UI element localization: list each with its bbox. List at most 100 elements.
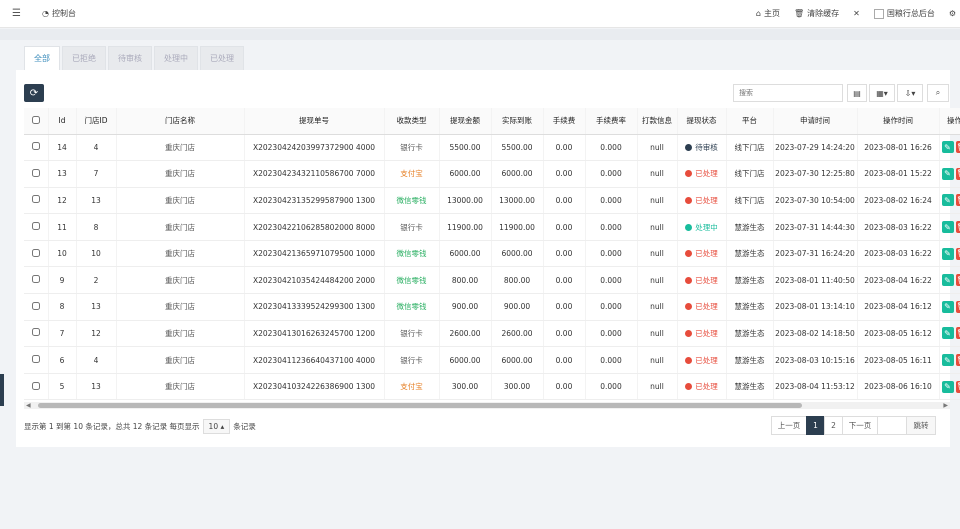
row-checkbox[interactable]: [24, 373, 49, 401]
settings-gear-icon[interactable]: ⚙: [949, 9, 956, 18]
row-checkbox[interactable]: [24, 266, 49, 295]
col-status[interactable]: 提现状态: [677, 108, 727, 135]
col-pay-type[interactable]: 收款类型: [384, 108, 440, 135]
export-button[interactable]: ⇩▾: [897, 84, 923, 102]
delete-icon[interactable]: 🗑: [955, 167, 960, 180]
columns-button[interactable]: ▦▾: [869, 84, 895, 102]
withdraw-table: Id 门店ID 门店名称 提现单号 收款类型 提现金额 实际到账 手续费 手续费…: [24, 108, 960, 401]
row-store-name: 重庆门店: [116, 240, 245, 268]
refresh-button[interactable]: ⟳: [24, 84, 44, 102]
delete-icon[interactable]: 🗑: [955, 354, 960, 367]
clear-cache-link[interactable]: 🗑 清除缓存: [794, 8, 839, 19]
col-id[interactable]: Id: [48, 108, 77, 135]
console-tab[interactable]: ◔ 控制台: [42, 8, 76, 19]
row-id: 11: [48, 213, 77, 241]
table-row[interactable]: 12 13 重庆门店 X20230423135299587900 1300 微信零钱 13…: [24, 187, 960, 215]
row-checkbox[interactable]: [24, 160, 49, 188]
row-status-cell: 已处理: [677, 346, 727, 374]
edit-icon[interactable]: ✎: [941, 247, 954, 260]
tab-processed[interactable]: 已处理: [200, 46, 244, 70]
row-order-no: X20230410324226386900 1300: [244, 373, 385, 401]
row-platform: 慧游生态: [726, 373, 774, 401]
col-fee-rate[interactable]: 手续费率: [585, 108, 638, 135]
row-checkbox[interactable]: [24, 134, 49, 162]
scroll-left-icon[interactable]: ◀: [26, 402, 31, 409]
edit-icon[interactable]: ✎: [941, 380, 954, 393]
delete-icon[interactable]: 🗑: [955, 274, 960, 287]
row-platform: 线下门店: [726, 160, 774, 188]
table-row[interactable]: 6 4 重庆门店 X20230411236640437100 4000 银行卡 6000.…: [24, 346, 960, 374]
delete-icon[interactable]: 🗑: [955, 194, 960, 207]
delete-icon[interactable]: 🗑: [955, 221, 960, 234]
delete-icon[interactable]: 🗑: [955, 327, 960, 340]
edit-icon[interactable]: ✎: [941, 141, 954, 154]
col-fee[interactable]: 手续费: [543, 108, 586, 135]
site-link[interactable]: 国粮行总后台: [873, 8, 935, 19]
row-status: 已处理: [695, 275, 718, 285]
page-2-button[interactable]: 2: [824, 416, 843, 435]
tab-rejected[interactable]: 已拒绝: [62, 46, 106, 70]
row-fee: 0.00: [543, 134, 586, 162]
next-page-button[interactable]: 下一页: [842, 416, 878, 435]
toggle-view-button[interactable]: ▤: [847, 84, 867, 102]
col-actual[interactable]: 实际到账: [491, 108, 544, 135]
row-checkbox[interactable]: [24, 320, 49, 348]
search-input[interactable]: [733, 84, 843, 102]
col-amount[interactable]: 提现金额: [439, 108, 492, 135]
edit-icon[interactable]: ✎: [941, 221, 954, 234]
delete-icon[interactable]: 🗑: [955, 380, 960, 393]
row-store-id: 4: [76, 134, 117, 162]
row-checkbox[interactable]: [24, 346, 49, 374]
col-pay-info[interactable]: 打款信息: [637, 108, 678, 135]
row-checkbox[interactable]: [24, 187, 49, 215]
table-row[interactable]: 14 4 重庆门店 X20230424203997372900 4000 银行卡 5500…: [24, 134, 960, 162]
edit-icon[interactable]: ✎: [941, 354, 954, 367]
col-order-no[interactable]: 提现单号: [244, 108, 385, 135]
table-row[interactable]: 13 7 重庆门店 X20230423432110586700 7000 支付宝 6000…: [24, 160, 960, 188]
table-row[interactable]: 5 13 重庆门店 X20230410324226386900 1300 支付宝 300.…: [24, 373, 960, 401]
jump-button[interactable]: 跳转: [906, 416, 936, 435]
home-link[interactable]: ⌂ 主页: [756, 8, 780, 19]
table-row[interactable]: 8 13 重庆门店 X20230413339524299300 1300 微信零钱 900…: [24, 293, 960, 321]
menu-toggle-icon[interactable]: ☰: [12, 8, 30, 19]
tab-all[interactable]: 全部: [24, 46, 60, 70]
table-row[interactable]: 10 10 重庆门店 X20230421365971079500 1000 微信零钱 60…: [24, 240, 960, 268]
col-op-time[interactable]: 操作时间: [857, 108, 940, 135]
delete-icon[interactable]: 🗑: [955, 141, 960, 154]
table-row[interactable]: 9 2 重庆门店 X20230421035424484200 2000 微信零钱 800.…: [24, 266, 960, 295]
row-checkbox[interactable]: [24, 213, 49, 241]
tab-pending[interactable]: 待审核: [108, 46, 152, 70]
table-row[interactable]: 11 8 重庆门店 X20230422106285802000 8000 银行卡 1190…: [24, 213, 960, 241]
delete-icon[interactable]: 🗑: [955, 300, 960, 313]
col-store-name[interactable]: 门店名称: [116, 108, 245, 135]
horizontal-scrollbar[interactable]: ◀ ▶: [24, 402, 950, 409]
row-checkbox[interactable]: [24, 293, 49, 321]
tab-processing[interactable]: 处理中: [154, 46, 198, 70]
col-apply-time[interactable]: 申请时间: [773, 108, 858, 135]
delete-icon[interactable]: 🗑: [955, 247, 960, 260]
row-op-time: 2023-08-04 16:12: [857, 293, 940, 321]
scrollbar-thumb[interactable]: [38, 403, 802, 408]
col-platform[interactable]: 平台: [726, 108, 774, 135]
jump-page-input[interactable]: [877, 416, 907, 435]
row-order-no: X20230423432110586700 7000: [244, 160, 385, 188]
row-amount: 6000.00: [439, 160, 492, 188]
page-size-select[interactable]: 10 ▴: [202, 419, 231, 434]
col-store-id[interactable]: 门店ID: [76, 108, 117, 135]
row-id: 7: [48, 320, 77, 348]
fullscreen-icon[interactable]: ✕: [853, 9, 860, 18]
select-all-checkbox[interactable]: [24, 108, 49, 135]
table-row[interactable]: 7 12 重庆门店 X20230413016263245700 1200 银行卡 2600…: [24, 320, 960, 348]
edit-icon[interactable]: ✎: [941, 194, 954, 207]
scroll-right-icon[interactable]: ▶: [943, 402, 948, 409]
page-1-button[interactable]: 1: [806, 416, 825, 435]
edit-icon[interactable]: ✎: [941, 274, 954, 287]
prev-page-button[interactable]: 上一页: [771, 416, 807, 435]
row-checkbox[interactable]: [24, 240, 49, 268]
edit-icon[interactable]: ✎: [941, 167, 954, 180]
row-op-time: 2023-08-01 15:22: [857, 160, 940, 188]
edit-icon[interactable]: ✎: [941, 327, 954, 340]
edit-icon[interactable]: ✎: [941, 300, 954, 313]
row-order-no: X20230423135299587900 1300: [244, 187, 385, 215]
search-button[interactable]: ⌕: [927, 84, 949, 102]
